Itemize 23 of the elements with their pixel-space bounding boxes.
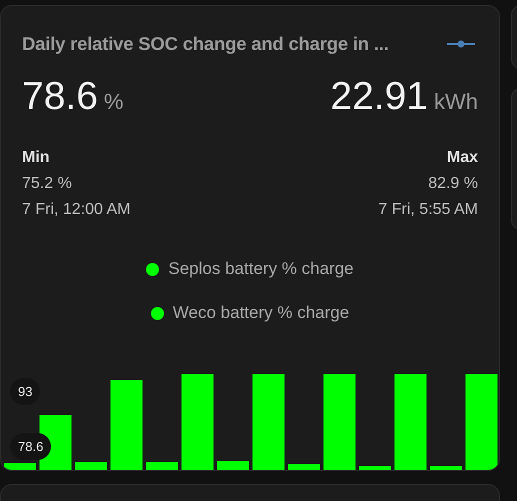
chart-bar: [4, 463, 36, 470]
chart-bar: [359, 466, 391, 470]
max-value: 82.9 %: [428, 175, 478, 193]
primary-unit: %: [104, 89, 124, 115]
secondary-value: 22.91: [330, 75, 428, 119]
chart-bar: [430, 466, 462, 470]
legend-label[interactable]: Seplos battery % charge: [168, 259, 354, 279]
chart-bar: [146, 462, 178, 470]
secondary-unit: kWh: [434, 89, 478, 115]
primary-value: 78.6: [22, 75, 98, 119]
value-label: 93: [10, 378, 40, 405]
max-time: 7 Fri, 5:55 AM: [378, 201, 478, 219]
min-time: 7 Fri, 12:00 AM: [22, 201, 130, 219]
max-label: Max: [446, 149, 478, 167]
card-title: Daily relative SOC change and charge in ...: [22, 33, 389, 55]
chart-bar: [75, 462, 107, 470]
min-value: 75.2 %: [22, 175, 73, 193]
line-chart-icon: [447, 39, 475, 49]
chart-bar: [217, 461, 249, 470]
legend-label[interactable]: Weco battery % charge: [172, 303, 350, 323]
chart-bar: [288, 464, 320, 470]
value-label: 78.6: [10, 433, 52, 460]
min-label: Min: [22, 149, 51, 167]
